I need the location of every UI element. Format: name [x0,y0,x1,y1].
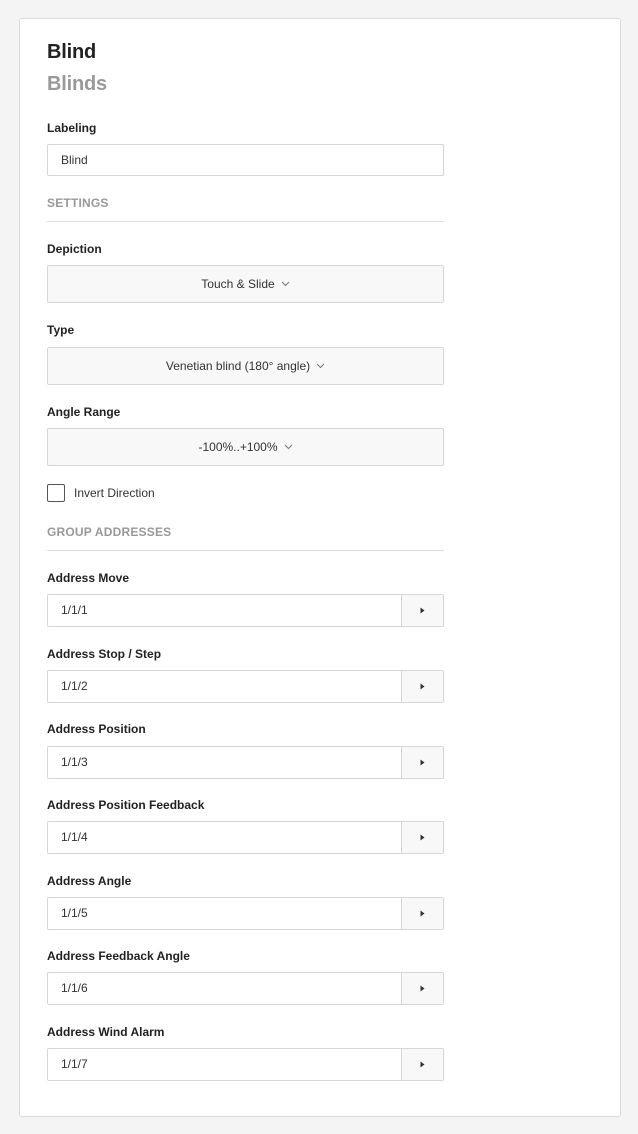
labeling-input[interactable]: Blind [47,144,444,176]
chevron-down-icon [281,281,290,287]
caret-right-icon [420,1061,425,1068]
caret-right-icon [420,759,425,766]
address-angle-label: Address Angle [47,874,132,888]
labeling-label: Labeling [47,121,97,135]
depiction-label: Depiction [47,242,102,256]
address-wind-alarm-input[interactable]: 1/1/7 [48,1049,402,1080]
address-feedback-angle-input[interactable]: 1/1/6 [48,973,402,1004]
caret-right-icon [420,985,425,992]
address-position-feedback-input[interactable]: 1/1/4 [48,822,402,853]
address-feedback-angle-button[interactable] [402,973,443,1004]
address-wind-alarm-label: Address Wind Alarm [47,1025,165,1039]
page-title: Blind [47,41,96,63]
chevron-down-icon [316,363,325,369]
chevron-down-icon [284,444,293,450]
group-addresses-divider [47,550,444,551]
type-select-value: Venetian blind (180° angle) [165,359,311,373]
address-stop-step-label: Address Stop / Step [47,647,162,661]
blind-settings-card: Blind Blinds Labeling Blind SETTINGS Dep… [19,18,621,1117]
depiction-select-value: Touch & Slide [201,277,275,291]
invert-direction-row[interactable]: Invert Direction [47,484,155,502]
address-stop-step-input[interactable]: 1/1/2 [48,671,402,702]
address-move-label: Address Move [47,571,130,585]
address-position-label: Address Position [47,722,146,736]
caret-right-icon [420,607,425,614]
address-stop-step-button[interactable] [402,671,443,702]
caret-right-icon [420,910,425,917]
page-subtitle: Blinds [47,73,107,95]
caret-right-icon [420,683,425,690]
address-feedback-angle-label: Address Feedback Angle [47,949,190,963]
depiction-select[interactable]: Touch & Slide [47,265,444,303]
caret-right-icon [420,834,425,841]
settings-section-label: SETTINGS [47,196,109,210]
angle-range-select[interactable]: -100%..+100% [47,428,444,466]
type-select[interactable]: Venetian blind (180° angle) [47,347,444,385]
address-feedback-angle-field: 1/1/6 [47,972,444,1005]
angle-range-label: Angle Range [47,405,121,419]
address-position-feedback-label: Address Position Feedback [47,798,205,812]
address-position-input[interactable]: 1/1/3 [48,747,402,778]
address-move-button[interactable] [402,595,443,626]
address-position-button[interactable] [402,747,443,778]
settings-divider [47,221,444,222]
invert-direction-label: Invert Direction [74,486,155,500]
address-position-field: 1/1/3 [47,746,444,779]
address-angle-button[interactable] [402,898,443,929]
address-stop-step-field: 1/1/2 [47,670,444,703]
address-position-feedback-field: 1/1/4 [47,821,444,854]
address-move-field: 1/1/1 [47,594,444,627]
group-addresses-section-label: GROUP ADDRESSES [47,525,172,539]
angle-range-select-value: -100%..+100% [198,440,278,454]
address-move-input[interactable]: 1/1/1 [48,595,402,626]
address-wind-alarm-field: 1/1/7 [47,1048,444,1081]
address-wind-alarm-button[interactable] [402,1049,443,1080]
address-angle-field: 1/1/5 [47,897,444,930]
address-angle-input[interactable]: 1/1/5 [48,898,402,929]
invert-direction-checkbox[interactable] [47,484,65,502]
address-position-feedback-button[interactable] [402,822,443,853]
type-label: Type [47,323,75,337]
